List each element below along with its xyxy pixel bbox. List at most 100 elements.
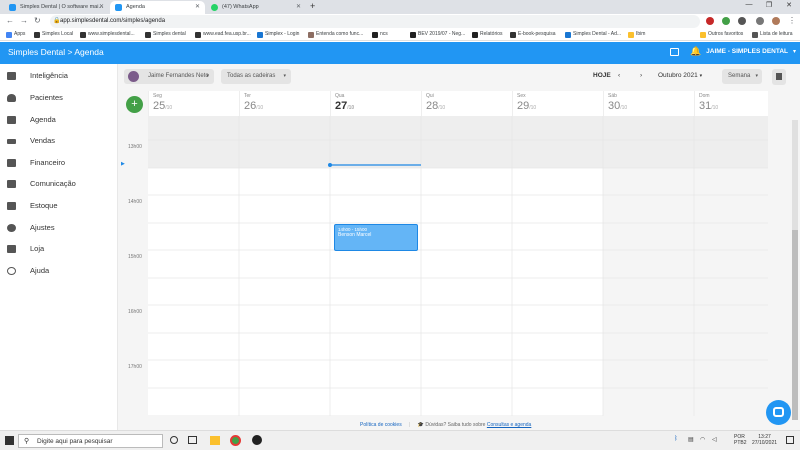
task-view-icon[interactable]: [188, 436, 197, 444]
cookie-policy-link[interactable]: Política de cookies: [360, 422, 402, 428]
day-header[interactable]: Seg 25/10: [148, 91, 239, 116]
bluetooth-icon[interactable]: ᛒ: [674, 436, 678, 442]
favicon-icon: [115, 4, 122, 11]
browser-tab-strip: Simples Dental | O software mai... ✕ Age…: [0, 0, 800, 14]
help-text: Dúvidas? Saiba tudo sobre: [425, 422, 486, 428]
sidebar-item-pacientes[interactable]: Pacientes: [0, 88, 118, 109]
today-button[interactable]: HOJE: [593, 72, 611, 79]
sidebar: Inteligência Pacientes Agenda Vendas Fin…: [0, 64, 118, 430]
maximize-icon[interactable]: ❐: [760, 1, 778, 9]
sidebar-item-financeiro[interactable]: Financeiro: [0, 153, 118, 174]
bookmark-item[interactable]: Ibim: [628, 31, 645, 38]
sidebar-item-loja[interactable]: Loja: [0, 239, 118, 260]
close-icon[interactable]: ✕: [195, 3, 200, 10]
appointment-patient: Benson Marcel: [338, 232, 372, 238]
print-button[interactable]: [772, 69, 786, 85]
bell-icon[interactable]: 🔔: [690, 46, 701, 57]
cortana-icon[interactable]: [170, 436, 178, 444]
chat-icon: [7, 180, 16, 188]
chevron-right-icon[interactable]: ›: [640, 72, 642, 79]
day-header[interactable]: Sáb 30/10: [603, 91, 694, 116]
sidebar-item-ajuda[interactable]: Ajuda: [0, 261, 118, 282]
apps-icon: [6, 32, 12, 38]
professional-select[interactable]: Jaime Fernandes Neto ▾: [124, 69, 214, 84]
keyboard-language[interactable]: POR PTB2: [734, 434, 747, 446]
time-marker-icon: ▶: [121, 161, 125, 167]
tray-icon[interactable]: ▤: [688, 436, 694, 443]
volume-icon[interactable]: ◁: [712, 436, 717, 443]
monitor-icon[interactable]: [670, 48, 679, 56]
menu-dots-icon[interactable]: ⋮: [788, 16, 796, 25]
view-select[interactable]: Semana ▾: [722, 69, 762, 84]
sidebar-item-vendas[interactable]: Vendas: [0, 131, 118, 152]
browser-tab-whatsapp[interactable]: (47) WhatsApp ✕: [206, 1, 306, 14]
puzzle-icon[interactable]: [756, 17, 764, 25]
extension-icon[interactable]: [738, 17, 746, 25]
sidebar-item-agenda[interactable]: Agenda: [0, 110, 118, 131]
chat-support-button[interactable]: [766, 400, 791, 425]
day-header-today[interactable]: Qua 27/10: [330, 91, 421, 116]
close-icon[interactable]: ✕: [99, 3, 104, 10]
taskbar-search-input[interactable]: ⚲ Digite aqui para pesquisar: [18, 434, 163, 448]
help-link[interactable]: Consultas e agenda: [487, 422, 531, 428]
bookmark-reading-list[interactable]: Lista de leitura: [752, 31, 793, 38]
sidebar-item-comunicacao[interactable]: Comunicação: [0, 174, 118, 195]
extension-icon[interactable]: [706, 17, 714, 25]
minimize-icon[interactable]: —: [740, 1, 758, 8]
notifications-icon[interactable]: [786, 436, 794, 444]
appointment-card[interactable]: 14h00 - 15h00 Benson Marcel: [334, 224, 418, 251]
add-appointment-button[interactable]: +: [126, 96, 143, 113]
bookmark-item[interactable]: Simples Local: [34, 31, 73, 38]
browser-tab-agenda[interactable]: Agenda ✕: [110, 1, 205, 14]
chrome-icon[interactable]: [230, 435, 241, 446]
bookmark-other[interactable]: Outros favoritos: [700, 31, 743, 38]
hour-label: 13h00: [128, 144, 142, 150]
graduation-icon: 🎓: [417, 422, 425, 428]
forward-icon[interactable]: →: [20, 16, 28, 25]
bookmark-item[interactable]: E-book-pesquisa: [510, 31, 556, 38]
chevron-down-icon: ▾: [206, 73, 209, 79]
bookmark-item[interactable]: www.ead.fea.usp.br...: [195, 31, 251, 38]
day-header[interactable]: Qui 28/10: [421, 91, 512, 116]
chevron-down-icon[interactable]: ▾: [793, 48, 796, 55]
scrollbar-thumb[interactable]: [792, 230, 798, 420]
chevron-left-icon[interactable]: ‹: [618, 72, 620, 79]
user-menu[interactable]: JAIME - SIMPLES DENTAL: [706, 48, 788, 55]
app-icon[interactable]: [252, 435, 262, 445]
bookmark-item[interactable]: Simplex - Login: [257, 31, 299, 38]
bookmark-item[interactable]: Entenda como func...: [308, 31, 363, 38]
bookmark-item[interactable]: Simples Dental - Ad...: [565, 31, 621, 38]
bookmark-item[interactable]: Relatórios: [472, 31, 503, 38]
day-header[interactable]: Sex 29/10: [512, 91, 603, 116]
reload-icon[interactable]: ↻: [34, 16, 41, 25]
globe-icon: [145, 32, 151, 38]
scrollbar[interactable]: [792, 120, 798, 420]
avatar[interactable]: [772, 17, 780, 25]
bookmark-item[interactable]: Simples dental: [145, 31, 186, 38]
new-tab-button[interactable]: +: [310, 1, 315, 11]
day-header[interactable]: Ter 26/10: [239, 91, 330, 116]
close-icon[interactable]: ✕: [296, 3, 301, 10]
extension-icon[interactable]: [722, 17, 730, 25]
wifi-icon[interactable]: ◠: [700, 436, 705, 443]
calendar-grid[interactable]: [148, 116, 768, 416]
file-explorer-icon[interactable]: [210, 436, 220, 445]
bookmark-favicon-icon: [257, 32, 263, 38]
window-close-icon[interactable]: ✕: [780, 1, 798, 9]
clock[interactable]: 13:27 27/10/2021: [752, 434, 777, 446]
month-select[interactable]: Outubro 2021 ▾: [658, 72, 702, 79]
browser-tab-simples-dental[interactable]: Simples Dental | O software mai... ✕: [4, 1, 109, 14]
bookmark-apps[interactable]: Apps: [6, 31, 25, 38]
sidebar-item-inteligencia[interactable]: Inteligência: [0, 66, 118, 87]
bookmark-item[interactable]: ncs: [372, 31, 388, 38]
day-header[interactable]: Dom 31/10: [694, 91, 785, 116]
chairs-select[interactable]: Todas as cadeiras ▾: [221, 69, 291, 84]
bookmark-item[interactable]: www.simplesdental...: [80, 31, 135, 38]
windows-start-icon[interactable]: [5, 436, 14, 445]
bookmark-item[interactable]: BEV 2019/07 - Neg...: [410, 31, 465, 38]
breadcrumb[interactable]: Simples Dental > Agenda: [8, 47, 104, 57]
url-input[interactable]: 🔒 app.simplesdental.com/simples/agenda: [50, 15, 700, 28]
sidebar-item-estoque[interactable]: Estoque: [0, 196, 118, 217]
back-icon[interactable]: ←: [6, 16, 14, 25]
sidebar-item-ajustes[interactable]: Ajustes: [0, 218, 118, 239]
